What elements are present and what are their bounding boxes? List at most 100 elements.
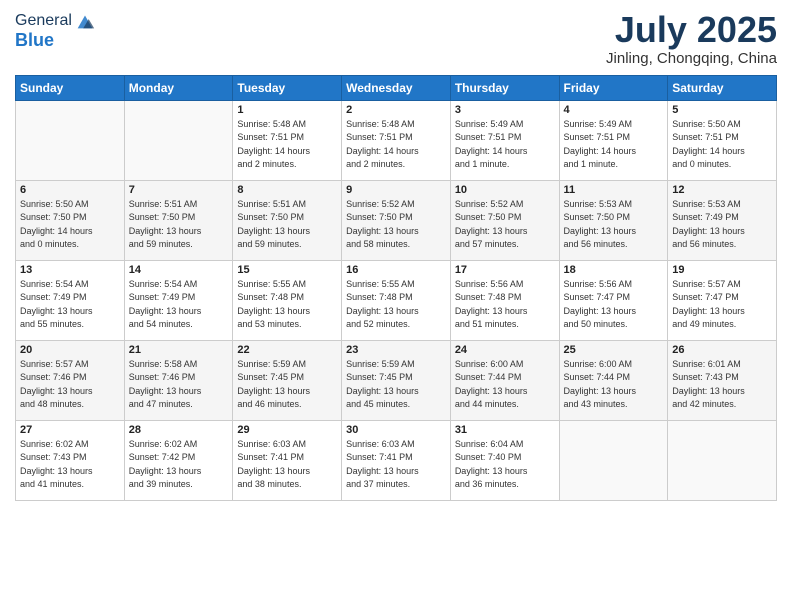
calendar-cell: 15Sunrise: 5:55 AM Sunset: 7:48 PM Dayli… — [233, 260, 342, 340]
day-detail: Sunrise: 5:50 AM Sunset: 7:51 PM Dayligh… — [672, 118, 772, 172]
day-number: 9 — [346, 184, 446, 196]
calendar-cell — [16, 100, 125, 180]
day-detail: Sunrise: 5:55 AM Sunset: 7:48 PM Dayligh… — [237, 278, 337, 332]
day-detail: Sunrise: 5:57 AM Sunset: 7:47 PM Dayligh… — [672, 278, 772, 332]
day-detail: Sunrise: 5:58 AM Sunset: 7:46 PM Dayligh… — [129, 358, 229, 412]
day-detail: Sunrise: 5:54 AM Sunset: 7:49 PM Dayligh… — [129, 278, 229, 332]
day-detail: Sunrise: 5:57 AM Sunset: 7:46 PM Dayligh… — [20, 358, 120, 412]
calendar-cell: 23Sunrise: 5:59 AM Sunset: 7:45 PM Dayli… — [342, 340, 451, 420]
day-detail: Sunrise: 5:51 AM Sunset: 7:50 PM Dayligh… — [129, 198, 229, 252]
day-number: 3 — [455, 104, 555, 116]
weekday-header-tuesday: Tuesday — [233, 75, 342, 100]
day-detail: Sunrise: 5:52 AM Sunset: 7:50 PM Dayligh… — [455, 198, 555, 252]
day-number: 17 — [455, 264, 555, 276]
day-detail: Sunrise: 5:52 AM Sunset: 7:50 PM Dayligh… — [346, 198, 446, 252]
calendar-body: 1 Sunrise: 5:48 AM Sunset: 7:51 PM Daylig… — [16, 100, 777, 500]
calendar-week-3: 13 Sunrise: 5:54 AM Sunset: 7:49 PM Dayli… — [16, 260, 777, 340]
calendar-cell: 10 Sunrise: 5:52 AM Sunset: 7:50 PM Dayli… — [450, 180, 559, 260]
day-detail: Sunrise: 6:04 AM Sunset: 7:40 PM Dayligh… — [455, 438, 555, 492]
day-number: 21 — [129, 344, 229, 356]
calendar-cell: 16 Sunrise: 5:55 AM Sunset: 7:48 PM Dayli… — [342, 260, 451, 340]
calendar-cell: 5 Sunrise: 5:50 AM Sunset: 7:51 PM Daylig… — [668, 100, 777, 180]
weekday-header-wednesday: Wednesday — [342, 75, 451, 100]
day-detail: Sunrise: 6:00 AM Sunset: 7:44 PM Dayligh… — [455, 358, 555, 412]
weekday-header-sunday: Sunday — [16, 75, 125, 100]
day-number: 16 — [346, 264, 446, 276]
day-detail: Sunrise: 5:54 AM Sunset: 7:49 PM Dayligh… — [20, 278, 120, 332]
calendar-week-1: 1 Sunrise: 5:48 AM Sunset: 7:51 PM Daylig… — [16, 100, 777, 180]
logo-general: General — [15, 12, 72, 30]
day-number: 18 — [564, 264, 664, 276]
month-title: July 2025 — [606, 10, 777, 50]
calendar-cell: 25 Sunrise: 6:00 AM Sunset: 7:44 PM Dayli… — [559, 340, 668, 420]
calendar-cell: 17Sunrise: 5:56 AM Sunset: 7:48 PM Dayli… — [450, 260, 559, 340]
calendar-cell: 7 Sunrise: 5:51 AM Sunset: 7:50 PM Daylig… — [124, 180, 233, 260]
calendar-cell: 28 Sunrise: 6:02 AM Sunset: 7:42 PM Dayli… — [124, 420, 233, 500]
calendar-cell: 3 Sunrise: 5:49 AM Sunset: 7:51 PM Daylig… — [450, 100, 559, 180]
weekday-header-friday: Friday — [559, 75, 668, 100]
day-number: 22 — [237, 344, 337, 356]
title-block: July 2025 Jinling, Chongqing, China — [606, 10, 777, 67]
day-detail: Sunrise: 5:51 AM Sunset: 7:50 PM Dayligh… — [237, 198, 337, 252]
calendar-cell: 4Sunrise: 5:49 AM Sunset: 7:51 PM Daylig… — [559, 100, 668, 180]
calendar-cell: 8 Sunrise: 5:51 AM Sunset: 7:50 PM Daylig… — [233, 180, 342, 260]
calendar-cell: 19 Sunrise: 5:57 AM Sunset: 7:47 PM Dayli… — [668, 260, 777, 340]
day-number: 12 — [672, 184, 772, 196]
day-number: 2 — [346, 104, 446, 116]
day-number: 27 — [20, 424, 120, 436]
day-number: 8 — [237, 184, 337, 196]
day-detail: Sunrise: 5:59 AM Sunset: 7:45 PM Dayligh… — [237, 358, 337, 412]
day-number: 26 — [672, 344, 772, 356]
day-detail: Sunrise: 6:01 AM Sunset: 7:43 PM Dayligh… — [672, 358, 772, 412]
weekday-header-thursday: Thursday — [450, 75, 559, 100]
day-number: 23 — [346, 344, 446, 356]
day-detail: Sunrise: 5:48 AM Sunset: 7:51 PM Dayligh… — [346, 118, 446, 172]
day-number: 11 — [564, 184, 664, 196]
day-number: 13 — [20, 264, 120, 276]
calendar-cell: 22 Sunrise: 5:59 AM Sunset: 7:45 PM Dayli… — [233, 340, 342, 420]
calendar-cell: 24Sunrise: 6:00 AM Sunset: 7:44 PM Dayli… — [450, 340, 559, 420]
calendar-cell: 6 Sunrise: 5:50 AM Sunset: 7:50 PM Daylig… — [16, 180, 125, 260]
day-number: 29 — [237, 424, 337, 436]
calendar-cell: 30 Sunrise: 6:03 AM Sunset: 7:41 PM Dayli… — [342, 420, 451, 500]
day-number: 25 — [564, 344, 664, 356]
day-number: 7 — [129, 184, 229, 196]
calendar-week-4: 20 Sunrise: 5:57 AM Sunset: 7:46 PM Dayli… — [16, 340, 777, 420]
day-detail: Sunrise: 5:49 AM Sunset: 7:51 PM Dayligh… — [455, 118, 555, 172]
day-number: 31 — [455, 424, 555, 436]
day-detail: Sunrise: 6:03 AM Sunset: 7:41 PM Dayligh… — [237, 438, 337, 492]
day-number: 4 — [564, 104, 664, 116]
day-detail: Sunrise: 6:00 AM Sunset: 7:44 PM Dayligh… — [564, 358, 664, 412]
logo: General Blue — [15, 10, 96, 51]
calendar-cell — [559, 420, 668, 500]
calendar-cell: 11 Sunrise: 5:53 AM Sunset: 7:50 PM Dayli… — [559, 180, 668, 260]
calendar-cell: 2 Sunrise: 5:48 AM Sunset: 7:51 PM Daylig… — [342, 100, 451, 180]
day-detail: Sunrise: 5:50 AM Sunset: 7:50 PM Dayligh… — [20, 198, 120, 252]
calendar-table: SundayMondayTuesdayWednesdayThursdayFrid… — [15, 75, 777, 501]
day-number: 10 — [455, 184, 555, 196]
calendar-cell: 9 Sunrise: 5:52 AM Sunset: 7:50 PM Daylig… — [342, 180, 451, 260]
day-detail: Sunrise: 5:53 AM Sunset: 7:50 PM Dayligh… — [564, 198, 664, 252]
day-number: 28 — [129, 424, 229, 436]
day-detail: Sunrise: 6:02 AM Sunset: 7:43 PM Dayligh… — [20, 438, 120, 492]
page-header: General Blue July 2025 Jinling, Chongqin… — [15, 10, 777, 67]
day-detail: Sunrise: 5:55 AM Sunset: 7:48 PM Dayligh… — [346, 278, 446, 332]
day-number: 19 — [672, 264, 772, 276]
day-detail: Sunrise: 6:02 AM Sunset: 7:42 PM Dayligh… — [129, 438, 229, 492]
calendar-cell: 13 Sunrise: 5:54 AM Sunset: 7:49 PM Dayli… — [16, 260, 125, 340]
logo-blue: Blue — [15, 30, 96, 51]
calendar-header-row: SundayMondayTuesdayWednesdayThursdayFrid… — [16, 75, 777, 100]
day-number: 6 — [20, 184, 120, 196]
calendar-cell: 14Sunrise: 5:54 AM Sunset: 7:49 PM Dayli… — [124, 260, 233, 340]
day-number: 20 — [20, 344, 120, 356]
day-number: 5 — [672, 104, 772, 116]
day-number: 30 — [346, 424, 446, 436]
calendar-cell: 21 Sunrise: 5:58 AM Sunset: 7:46 PM Dayli… — [124, 340, 233, 420]
weekday-header-saturday: Saturday — [668, 75, 777, 100]
calendar-cell: 27 Sunrise: 6:02 AM Sunset: 7:43 PM Dayli… — [16, 420, 125, 500]
day-number: 1 — [237, 104, 337, 116]
day-detail: Sunrise: 6:03 AM Sunset: 7:41 PM Dayligh… — [346, 438, 446, 492]
day-detail: Sunrise: 5:53 AM Sunset: 7:49 PM Dayligh… — [672, 198, 772, 252]
location-subtitle: Jinling, Chongqing, China — [606, 50, 777, 67]
calendar-cell — [668, 420, 777, 500]
